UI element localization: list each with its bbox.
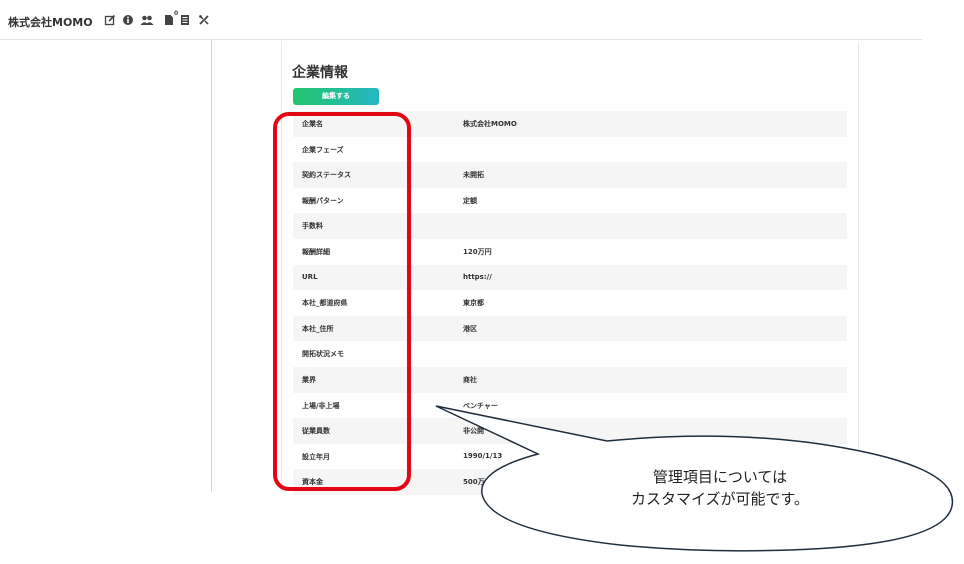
callout-line-2: カスタマイズが可能です。 <box>630 490 810 508</box>
callout-text: 管理項目については カスタマイズが可能です。 <box>565 466 875 510</box>
callout-line-1: 管理項目については <box>652 468 788 486</box>
